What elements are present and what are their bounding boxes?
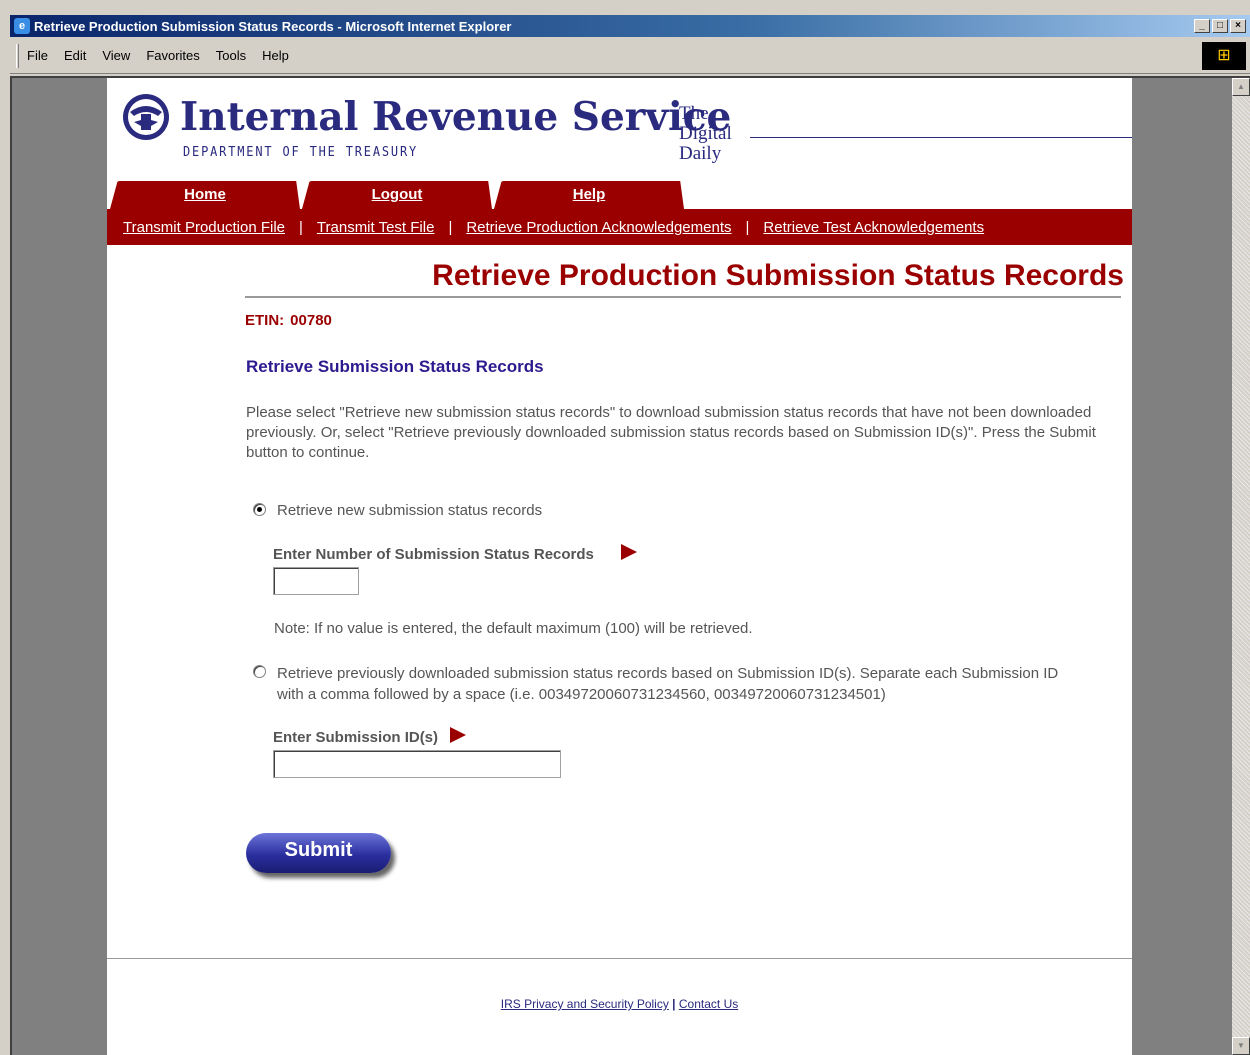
close-button[interactable]: × bbox=[1230, 19, 1246, 33]
tab-help[interactable]: Help bbox=[494, 181, 684, 209]
radio-retrieve-new[interactable] bbox=[253, 503, 266, 516]
menu-tools[interactable]: Tools bbox=[208, 48, 254, 63]
main-tabs: Home Logout Help bbox=[110, 181, 686, 209]
instructions-text: Please select "Retrieve new submission s… bbox=[246, 404, 1096, 461]
minimize-button[interactable]: _ bbox=[1194, 19, 1210, 33]
link-transmit-test-file[interactable]: Transmit Test File bbox=[317, 219, 435, 236]
window-title: Retrieve Production Submission Status Re… bbox=[34, 18, 512, 34]
footer-separator: | bbox=[672, 997, 676, 1011]
radio-retrieve-previous-label: Retrieve previously downloaded submissio… bbox=[277, 665, 1059, 703]
digital-daily-logo[interactable]: The Digital Daily bbox=[679, 104, 732, 164]
ie-icon: e bbox=[14, 18, 30, 34]
title-divider bbox=[245, 296, 1121, 298]
etin-value: 00780 bbox=[290, 312, 332, 329]
arrow-icon bbox=[450, 727, 466, 743]
contact-us-link[interactable]: Contact Us bbox=[679, 997, 738, 1011]
submit-button[interactable]: Submit bbox=[246, 833, 391, 873]
tagline-line-1: The bbox=[679, 103, 709, 124]
record-count-input[interactable] bbox=[273, 567, 359, 595]
menu-help[interactable]: Help bbox=[254, 48, 297, 63]
link-retrieve-test-acks[interactable]: Retrieve Test Acknowledgements bbox=[763, 219, 984, 236]
link-transmit-production-file[interactable]: Transmit Production File bbox=[123, 219, 285, 236]
radio-retrieve-new-label: Retrieve new submission status records bbox=[277, 502, 543, 519]
irs-eagle-icon bbox=[123, 94, 169, 140]
footer-divider bbox=[107, 958, 1132, 959]
window-titlebar: e Retrieve Production Submission Status … bbox=[10, 15, 1250, 37]
menu-favorites[interactable]: Favorites bbox=[138, 48, 207, 63]
browser-viewport: Internal Revenue Service DEPARTMENT OF T… bbox=[10, 76, 1250, 1055]
footer: IRS Privacy and Security Policy | Contac… bbox=[107, 997, 1132, 1011]
tagline-line-3: Daily bbox=[679, 143, 722, 164]
maximize-button[interactable]: □ bbox=[1212, 19, 1228, 33]
sub-navigation: Transmit Production File | Transmit Test… bbox=[107, 209, 1132, 245]
submission-ids-input[interactable] bbox=[273, 750, 561, 778]
tab-logout[interactable]: Logout bbox=[302, 181, 492, 209]
scroll-down-button[interactable]: ▼ bbox=[1232, 1037, 1250, 1055]
department-name: DEPARTMENT OF THE TREASURY bbox=[183, 145, 419, 160]
subnav-separator: | bbox=[448, 218, 453, 236]
menu-edit[interactable]: Edit bbox=[56, 48, 94, 63]
menu-file[interactable]: File bbox=[19, 48, 56, 63]
default-max-note: Note: If no value is entered, the defaul… bbox=[274, 620, 753, 637]
tagline-line-2: Digital bbox=[679, 123, 732, 144]
vertical-scrollbar[interactable]: ▲ ▼ bbox=[1232, 78, 1250, 1055]
section-title: Retrieve Submission Status Records bbox=[246, 357, 544, 376]
windows-logo-icon: ⊞ bbox=[1202, 42, 1246, 70]
arrow-icon bbox=[621, 544, 637, 560]
privacy-policy-link[interactable]: IRS Privacy and Security Policy bbox=[501, 997, 669, 1011]
web-page: Internal Revenue Service DEPARTMENT OF T… bbox=[107, 78, 1132, 1055]
radio-retrieve-previous[interactable] bbox=[253, 665, 266, 678]
scroll-up-button[interactable]: ▲ bbox=[1232, 78, 1250, 96]
page-title: Retrieve Production Submission Status Re… bbox=[432, 259, 1124, 292]
agency-name: Internal Revenue Service bbox=[180, 94, 732, 140]
menu-bar: File Edit View Favorites Tools Help ⊞ bbox=[10, 38, 1250, 74]
header-divider bbox=[750, 137, 1132, 138]
submission-ids-label: Enter Submission ID(s) bbox=[273, 729, 439, 746]
etin-display: ETIN: 00780 bbox=[245, 312, 332, 329]
subnav-separator: | bbox=[299, 218, 303, 236]
record-count-label: Enter Number of Submission Status Record… bbox=[273, 546, 594, 563]
tab-home[interactable]: Home bbox=[110, 181, 300, 209]
menu-view[interactable]: View bbox=[94, 48, 138, 63]
subnav-separator: | bbox=[745, 218, 750, 236]
etin-label: ETIN: bbox=[245, 312, 285, 329]
link-retrieve-production-acks[interactable]: Retrieve Production Acknowledgements bbox=[466, 219, 731, 236]
